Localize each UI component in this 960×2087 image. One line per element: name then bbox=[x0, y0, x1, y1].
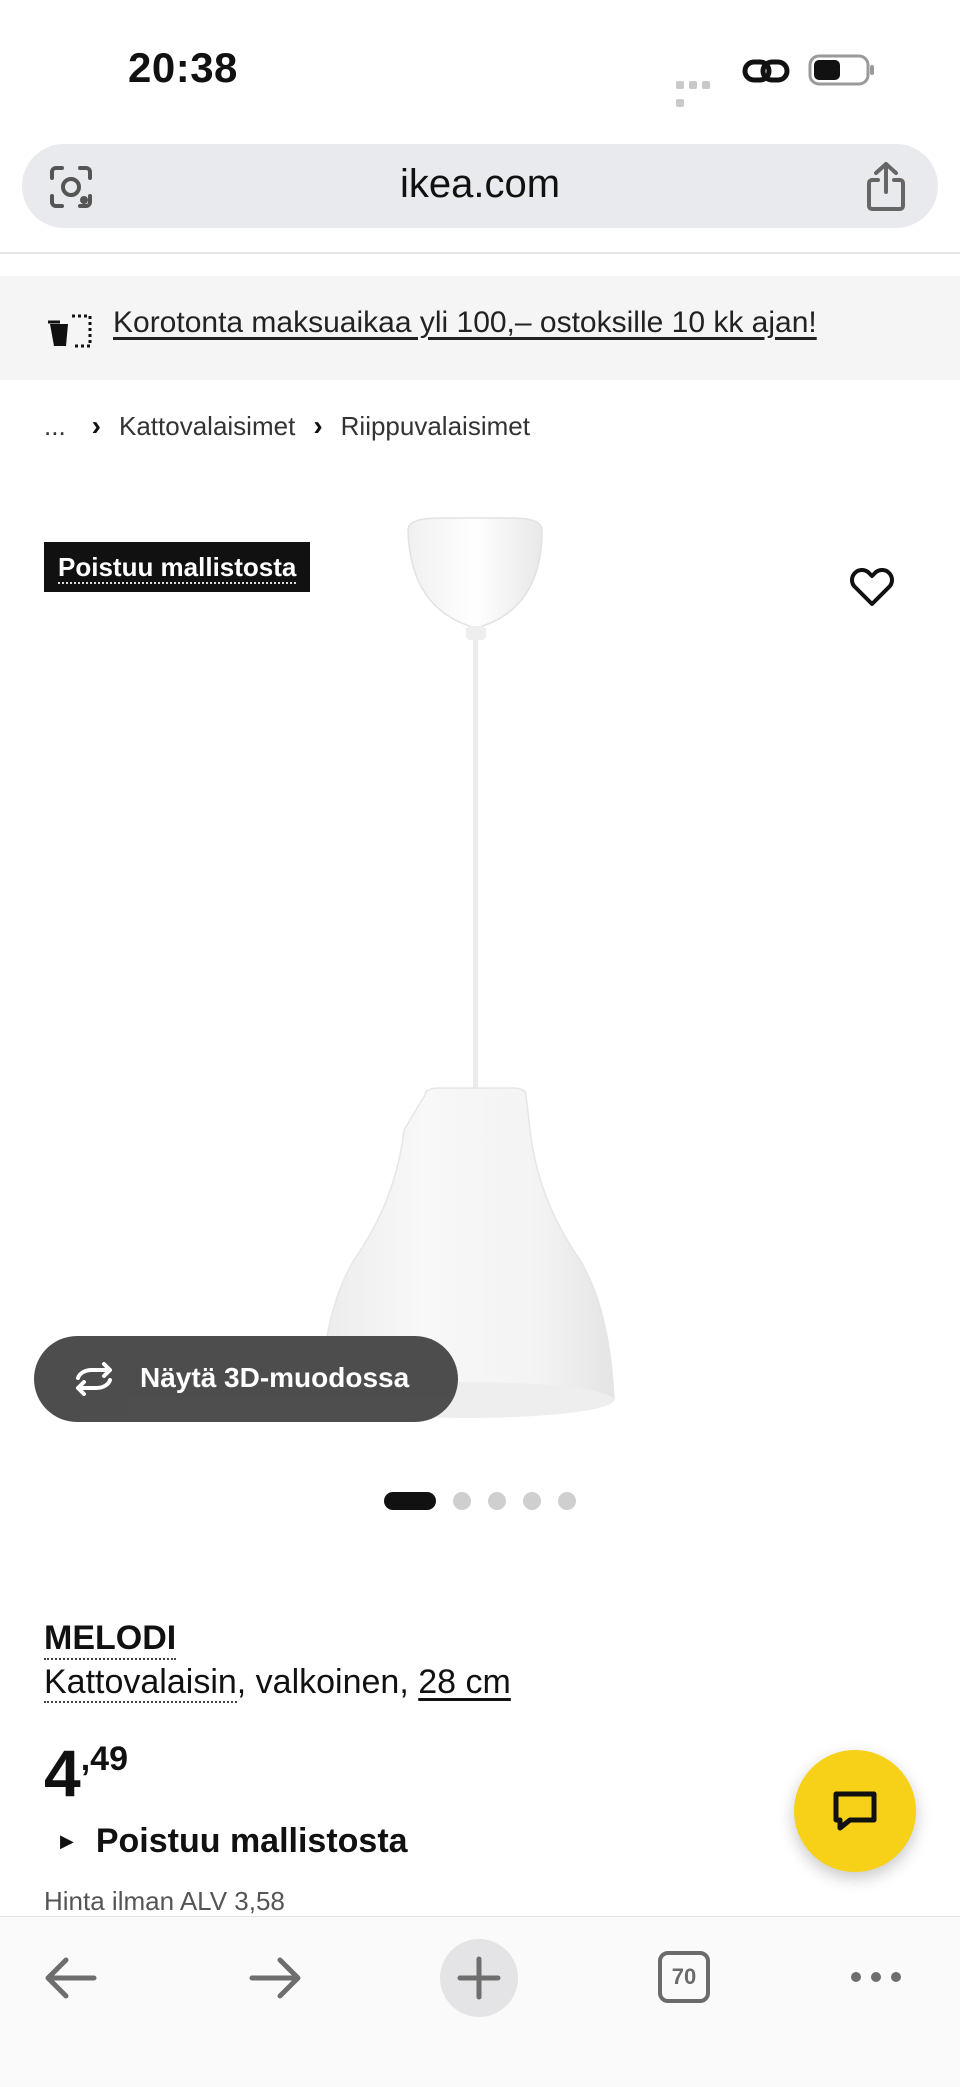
product-description: Kattovalaisin, valkoinen, 28 cm bbox=[44, 1662, 511, 1703]
view-3d-button[interactable]: Näytä 3D-muodossa bbox=[34, 1336, 458, 1422]
rotate-3d-icon bbox=[76, 1362, 112, 1396]
availability-label: Poistuu mallistosta bbox=[95, 1822, 408, 1860]
address-bar[interactable]: ikea.com bbox=[22, 144, 938, 228]
caret-right-icon: ▶ bbox=[60, 1831, 74, 1851]
product-color: , valkoinen, bbox=[236, 1663, 419, 1701]
share-icon[interactable] bbox=[864, 160, 908, 212]
signal-icon bbox=[676, 76, 726, 107]
breadcrumb-ellipsis[interactable]: ... bbox=[44, 411, 66, 442]
product-size-link[interactable]: 28 cm bbox=[418, 1663, 511, 1701]
availability-toggle[interactable]: ▶ Poistuu mallistosta bbox=[60, 1822, 408, 1861]
breadcrumb-item-kattovalaisimet[interactable]: Kattovalaisimet bbox=[119, 411, 295, 442]
gallery-dot[interactable] bbox=[558, 1492, 576, 1510]
new-tab-button[interactable] bbox=[440, 1939, 518, 2017]
view-3d-label: Näytä 3D-muodossa bbox=[140, 1362, 410, 1393]
vat-price-text: Hinta ilman ALV 3,58 bbox=[44, 1886, 285, 1916]
breadcrumb: ... › Kattovalaisimet › Riippuvalaisimet bbox=[44, 410, 530, 442]
plus-icon bbox=[457, 1956, 501, 2000]
discontinued-badge[interactable]: Poistuu mallistosta bbox=[44, 542, 311, 592]
price-integer: 4 bbox=[44, 1736, 81, 1810]
chevron-right-icon: › bbox=[313, 410, 323, 441]
gallery-dot[interactable] bbox=[384, 1492, 436, 1510]
chat-button[interactable] bbox=[794, 1750, 916, 1872]
chat-bubble-icon bbox=[833, 1791, 877, 1831]
chevron-right-icon: › bbox=[91, 410, 101, 441]
battery-icon bbox=[808, 54, 874, 86]
browser-toolbar: 70 bbox=[0, 1916, 960, 2087]
favorite-heart-icon[interactable] bbox=[848, 564, 896, 608]
product-image[interactable] bbox=[280, 500, 700, 1460]
breadcrumb-item-riippuvalaisimet[interactable]: Riippuvalaisimet bbox=[341, 411, 530, 442]
gallery-dot[interactable] bbox=[453, 1492, 471, 1510]
gallery-dot[interactable] bbox=[488, 1492, 506, 1510]
badge-label: Poistuu mallistosta bbox=[58, 552, 297, 584]
product-price: 4,49 bbox=[44, 1740, 128, 1806]
promo-banner[interactable]: Korotonta maksuaikaa yli 100,– ostoksill… bbox=[0, 276, 960, 380]
product-type-link[interactable]: Kattovalaisin bbox=[44, 1663, 237, 1703]
promo-link[interactable]: Korotonta maksuaikaa yli 100,– ostoksill… bbox=[113, 306, 817, 340]
url-text: ikea.com bbox=[399, 162, 561, 206]
payment-plan-icon bbox=[48, 314, 92, 348]
back-arrow-icon[interactable] bbox=[42, 1953, 98, 2003]
gallery-dot[interactable] bbox=[523, 1492, 541, 1510]
more-icon[interactable] bbox=[848, 1967, 904, 1987]
price-decimal: ,49 bbox=[80, 1740, 128, 1778]
tabs-button[interactable]: 70 bbox=[658, 1951, 710, 2003]
header-divider bbox=[0, 252, 960, 254]
product-name[interactable]: MELODI bbox=[44, 1618, 177, 1660]
personal-hotspot-icon bbox=[742, 59, 790, 83]
image-gallery-pagination[interactable] bbox=[384, 1492, 593, 1510]
status-time: 20:38 bbox=[128, 44, 238, 91]
forward-arrow-icon[interactable] bbox=[248, 1953, 304, 2003]
